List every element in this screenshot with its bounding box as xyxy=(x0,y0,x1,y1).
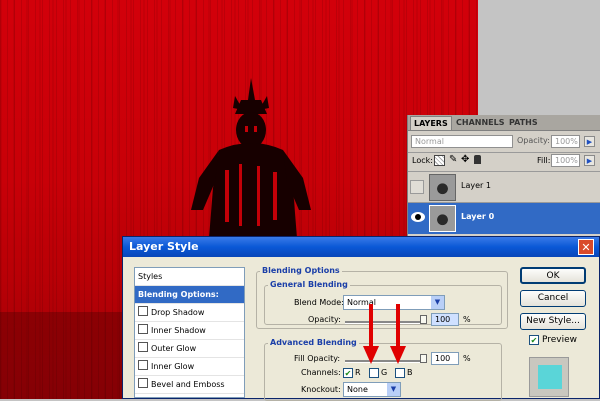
annotation-arrow-b xyxy=(390,304,406,364)
checkbox-icon[interactable] xyxy=(138,306,148,316)
layer-row[interactable]: Layer 1 xyxy=(408,171,600,203)
ok-button[interactable]: OK xyxy=(520,267,586,284)
preview-thumbnail xyxy=(529,357,569,397)
dark-figure-image xyxy=(191,78,311,238)
opacity-slider-thumb[interactable] xyxy=(420,315,427,324)
knockout-dropdown[interactable]: None ▼ xyxy=(343,382,401,397)
lock-all-icon[interactable] xyxy=(474,155,481,164)
preview-checkbox[interactable]: ✔ xyxy=(529,335,539,345)
layer-row-selected[interactable]: Layer 0 xyxy=(408,202,600,234)
blend-mode-select[interactable]: Normal xyxy=(411,135,513,148)
layer-thumbnail xyxy=(429,205,456,232)
style-label: Drop Shadow xyxy=(151,308,205,317)
styles-header[interactable]: Styles xyxy=(135,268,244,286)
style-item-inner-shadow[interactable]: Inner Shadow xyxy=(135,322,244,340)
visibility-toggle[interactable] xyxy=(410,180,424,194)
preview-swatch xyxy=(538,365,562,389)
style-item-drop-shadow[interactable]: Drop Shadow xyxy=(135,304,244,322)
style-item-bevel-emboss[interactable]: Bevel and Emboss xyxy=(135,376,244,394)
opacity-label: Opacity: xyxy=(308,315,341,324)
checkbox-icon[interactable] xyxy=(138,324,148,334)
layer-name: Layer 0 xyxy=(461,212,495,221)
cancel-button[interactable]: Cancel xyxy=(520,290,586,307)
new-style-button[interactable]: New Style... xyxy=(520,313,586,330)
percent-label: % xyxy=(463,354,471,363)
dialog-titlebar[interactable]: Layer Style ✕ xyxy=(123,237,599,257)
fill-opacity-slider-thumb[interactable] xyxy=(420,354,427,363)
chevron-down-icon[interactable]: ▼ xyxy=(431,296,444,309)
advanced-blending-heading: Advanced Blending xyxy=(268,338,359,347)
style-item-blending-options[interactable]: Blending Options: Custom xyxy=(135,286,244,317)
preview-label: Preview xyxy=(542,335,578,345)
layer-name: Layer 1 xyxy=(461,181,491,190)
checkbox-icon[interactable] xyxy=(138,378,148,388)
lock-pixels-icon[interactable]: ✎ xyxy=(449,154,457,165)
opacity-input[interactable]: 100 xyxy=(431,313,459,326)
lock-label: Lock: xyxy=(412,156,433,165)
annotation-arrow-g xyxy=(363,304,379,364)
lock-position-icon[interactable]: ✥ xyxy=(461,154,469,165)
layer-style-dialog: Layer Style ✕ Styles Blending Options: C… xyxy=(122,236,600,401)
fill-opacity-slider-track[interactable] xyxy=(345,360,427,363)
opacity-slider-track[interactable] xyxy=(345,321,427,324)
dialog-title: Layer Style xyxy=(129,240,199,253)
blend-mode-label: Blend Mode: xyxy=(294,298,344,307)
channel-g-checkbox[interactable] xyxy=(369,368,379,378)
chevron-down-icon[interactable]: ▼ xyxy=(387,383,400,396)
fill-opacity-label: Fill Opacity: xyxy=(294,354,341,363)
layer-thumbnail xyxy=(429,174,456,201)
fill-opacity-input[interactable]: 100 xyxy=(431,352,459,365)
panel-tab-bar: LAYERS CHANNELS PATHS xyxy=(408,115,600,131)
styles-list: Styles Blending Options: Custom Drop Sha… xyxy=(134,267,245,398)
channel-g-label: G xyxy=(381,368,388,377)
style-label: Bevel and Emboss xyxy=(151,380,225,389)
style-item-outer-glow[interactable]: Outer Glow xyxy=(135,340,244,358)
opacity-label: Opacity: xyxy=(517,136,550,145)
fill-input[interactable]: 100% xyxy=(551,154,580,167)
general-blending-heading: General Blending xyxy=(268,280,350,289)
close-icon[interactable]: ✕ xyxy=(578,239,594,255)
opacity-arrow-icon[interactable]: ▶ xyxy=(584,136,595,147)
lock-transparency-icon[interactable] xyxy=(434,155,445,166)
eye-icon[interactable] xyxy=(411,212,425,222)
channel-r-label: R xyxy=(355,368,361,377)
tab-layers[interactable]: LAYERS xyxy=(410,116,452,130)
tab-paths[interactable]: PATHS xyxy=(506,116,541,129)
knockout-label: Knockout: xyxy=(301,385,341,394)
checkbox-icon[interactable] xyxy=(138,360,148,370)
blending-options-heading: Blending Options xyxy=(260,266,342,275)
style-label: Outer Glow xyxy=(151,344,197,353)
channel-b-label: B xyxy=(407,368,413,377)
fill-label: Fill: xyxy=(537,156,551,165)
tab-channels[interactable]: CHANNELS xyxy=(453,116,507,129)
style-item-inner-glow[interactable]: Inner Glow xyxy=(135,358,244,376)
style-label: Inner Glow xyxy=(151,362,195,371)
percent-label: % xyxy=(463,315,471,324)
style-label: Inner Shadow xyxy=(151,326,206,335)
checkbox-icon[interactable] xyxy=(138,342,148,352)
channels-label: Channels: xyxy=(301,368,341,377)
knockout-value: None xyxy=(347,385,368,394)
channel-b-checkbox[interactable] xyxy=(395,368,405,378)
opacity-input[interactable]: 100% xyxy=(551,135,580,148)
divider xyxy=(408,152,600,153)
layers-panel: LAYERS CHANNELS PATHS Normal Opacity: 10… xyxy=(407,115,600,237)
fill-arrow-icon[interactable]: ▶ xyxy=(584,155,595,166)
channel-r-checkbox[interactable]: ✔ xyxy=(343,368,353,378)
blend-mode-dropdown[interactable]: Normal ▼ xyxy=(343,295,445,310)
